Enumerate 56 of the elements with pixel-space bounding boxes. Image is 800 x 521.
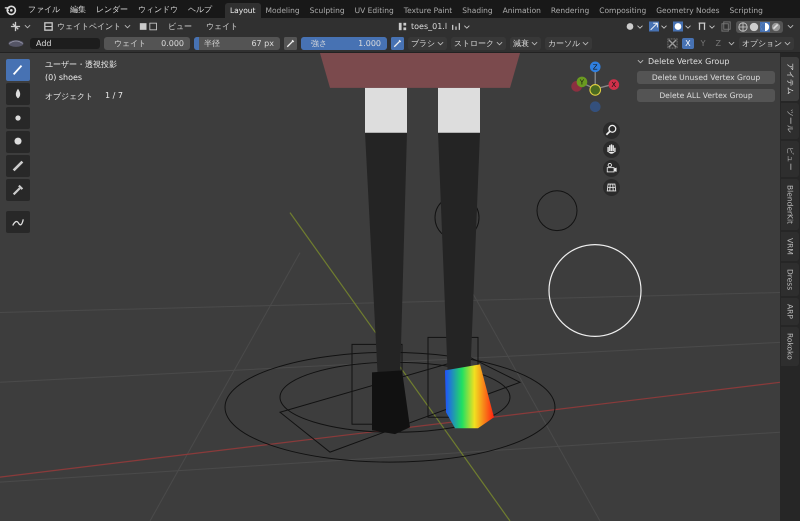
- header-menu[interactable]: ウェイト: [201, 21, 243, 32]
- caret-icon: [24, 23, 31, 30]
- shading-mode-buttons[interactable]: [736, 20, 783, 32]
- grid-icon[interactable]: [602, 179, 620, 196]
- settings-dropdown[interactable]: カーソル: [545, 37, 592, 50]
- caret-icon: [496, 40, 503, 47]
- caret-icon[interactable]: [787, 23, 794, 30]
- menu-item[interactable]: ヘルプ: [183, 4, 217, 14]
- options-dropdown[interactable]: オプション: [739, 37, 794, 50]
- pressure-pen-icon[interactable]: [284, 37, 297, 50]
- header-menu[interactable]: ビュー: [163, 21, 197, 32]
- brush-preview-icon[interactable]: [6, 38, 26, 49]
- collapse-caret-icon[interactable]: [637, 58, 644, 65]
- settings-dropdown[interactable]: ストローク: [451, 37, 506, 50]
- menu-item[interactable]: レンダー: [91, 4, 133, 14]
- zoom-icon[interactable]: [602, 122, 620, 139]
- annotate-tool-icon[interactable]: [6, 211, 30, 233]
- caret-icon[interactable]: [728, 40, 735, 47]
- object-selector[interactable]: toes_01.l: [397, 21, 448, 32]
- hand-icon[interactable]: [602, 141, 620, 158]
- settings-dropdown[interactable]: 減衰: [510, 37, 541, 50]
- pressure-pen-icon[interactable]: [391, 37, 404, 50]
- view-name: ユーザー・透視投影: [45, 59, 118, 70]
- value-slider[interactable]: ウェイト 0.000: [104, 37, 190, 50]
- caret-icon: [437, 40, 444, 47]
- settings-dropdown[interactable]: ブラシ: [408, 37, 447, 50]
- mode-dropdown[interactable]: ウェイトペイント: [39, 21, 135, 32]
- camera-icon[interactable]: [602, 160, 620, 177]
- caret-icon: [531, 40, 538, 47]
- objects-count: 1 / 7: [105, 91, 123, 102]
- value-slider[interactable]: 半径 67 px: [194, 37, 280, 50]
- caret-icon: [124, 23, 131, 30]
- xray-toggle-icon[interactable]: [139, 21, 159, 32]
- axis-toggle[interactable]: X: [682, 38, 694, 49]
- menu-item[interactable]: ファイル: [23, 4, 65, 14]
- paint-mode-icon: [43, 21, 54, 32]
- axis-gizmo-drawing[interactable]: Z Y X: [562, 58, 632, 120]
- vertex-group-icon[interactable]: [451, 21, 472, 32]
- brush-tool-icon[interactable]: [6, 59, 30, 81]
- value-slider[interactable]: 強さ 1.000: [301, 37, 387, 50]
- overlay-toggle-icon[interactable]: [673, 21, 693, 32]
- gizmo-toggle-icon[interactable]: [649, 21, 669, 32]
- xray-icon[interactable]: [721, 21, 732, 32]
- axes-icon: [10, 21, 21, 32]
- drop-tool-icon[interactable]: [6, 83, 30, 105]
- caret-icon: [582, 40, 589, 47]
- active-object-name: (0) shoes: [45, 73, 84, 82]
- menu-item[interactable]: ウィンドウ: [133, 4, 183, 14]
- mirror-icon[interactable]: [667, 38, 678, 49]
- blender-logo-icon[interactable]: [4, 2, 17, 16]
- objects-label: オブジェクト: [45, 91, 93, 102]
- mesh-data-icon: [397, 21, 408, 32]
- panel-title[interactable]: Delete Vertex Group: [648, 57, 730, 66]
- caret-icon: [784, 40, 791, 47]
- blend-mode-field[interactable]: Add: [30, 38, 100, 49]
- menu-item[interactable]: 編集: [65, 4, 91, 14]
